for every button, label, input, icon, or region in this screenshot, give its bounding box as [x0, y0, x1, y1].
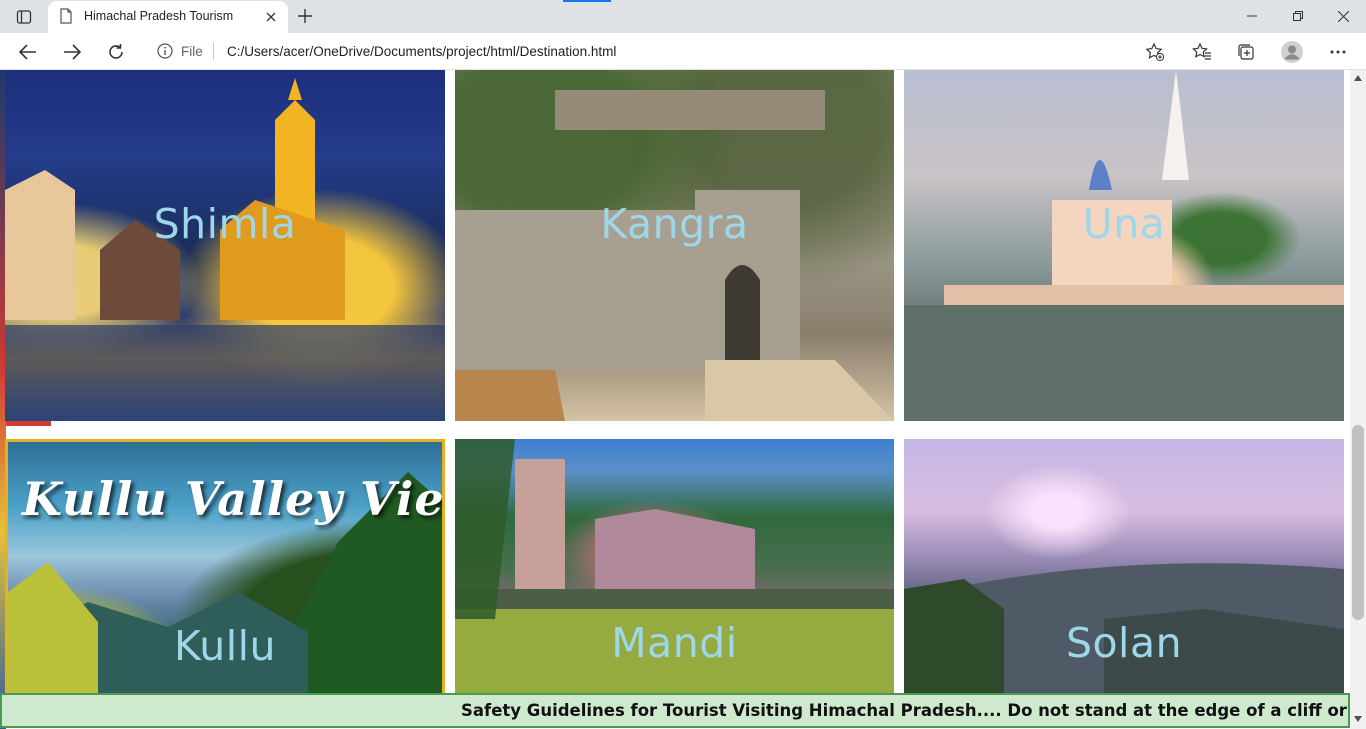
add-favorite-icon[interactable]	[1145, 42, 1165, 67]
page-content: Shimla Kangra Una Kullu Valley View Kull…	[0, 70, 1350, 729]
scroll-thumb[interactable]	[1352, 425, 1364, 620]
kullu-banner-text: Kullu Valley View	[22, 472, 445, 526]
vertical-scrollbar[interactable]	[1350, 70, 1366, 729]
favorites-icon[interactable]	[1188, 38, 1216, 66]
browser-tab-bar: Himachal Pradesh Tourism	[0, 0, 1366, 33]
url-text[interactable]: C:/Users/acer/OneDrive/Documents/project…	[227, 44, 616, 59]
browser-tab[interactable]: Himachal Pradesh Tourism	[48, 1, 288, 33]
address-separator	[213, 43, 214, 60]
back-arrow-icon[interactable]	[14, 38, 42, 66]
destination-label: Mandi	[611, 619, 738, 667]
destination-card-mandi[interactable]: Mandi	[455, 439, 894, 699]
destination-label: Shimla	[153, 200, 297, 248]
scroll-up-arrow-icon[interactable]	[1350, 70, 1366, 86]
profile-avatar[interactable]	[1278, 38, 1306, 66]
more-options-icon[interactable]	[1324, 38, 1352, 66]
destination-card-kullu[interactable]: Kullu Valley View Kullu	[5, 439, 445, 699]
destination-card-una[interactable]: Una	[904, 70, 1344, 421]
destination-label: Kullu	[173, 622, 277, 670]
destination-label: Una	[1082, 200, 1166, 248]
tab-accent-line	[563, 0, 611, 2]
destination-card-shimla[interactable]: Shimla	[5, 70, 445, 421]
page-icon	[59, 8, 73, 29]
browser-toolbar: File C:/Users/acer/OneDrive/Documents/pr…	[0, 33, 1366, 70]
tab-actions-icon[interactable]	[10, 6, 38, 28]
new-tab-button[interactable]	[294, 5, 316, 27]
close-window-button[interactable]	[1320, 0, 1366, 32]
refresh-icon[interactable]	[102, 38, 130, 66]
destination-label: Solan	[1065, 619, 1183, 667]
address-bar[interactable]: File C:/Users/acer/OneDrive/Documents/pr…	[143, 36, 1173, 67]
scroll-down-arrow-icon[interactable]	[1350, 711, 1366, 727]
tab-title: Himachal Pradesh Tourism	[84, 9, 234, 23]
marquee-text: Safety Guidelines for Tourist Visiting H…	[461, 701, 1350, 720]
scheme-label: File	[181, 44, 203, 59]
close-tab-icon[interactable]	[263, 9, 279, 25]
destination-label: Kangra	[600, 200, 749, 248]
forward-arrow-icon[interactable]	[58, 38, 86, 66]
restore-button[interactable]	[1275, 0, 1321, 32]
destination-card-solan[interactable]: Solan	[904, 439, 1344, 699]
safety-marquee: Safety Guidelines for Tourist Visiting H…	[0, 693, 1350, 728]
info-icon[interactable]	[157, 43, 173, 64]
collections-icon[interactable]	[1232, 38, 1260, 66]
minimize-button[interactable]	[1229, 0, 1275, 32]
destination-card-kangra[interactable]: Kangra	[455, 70, 894, 421]
